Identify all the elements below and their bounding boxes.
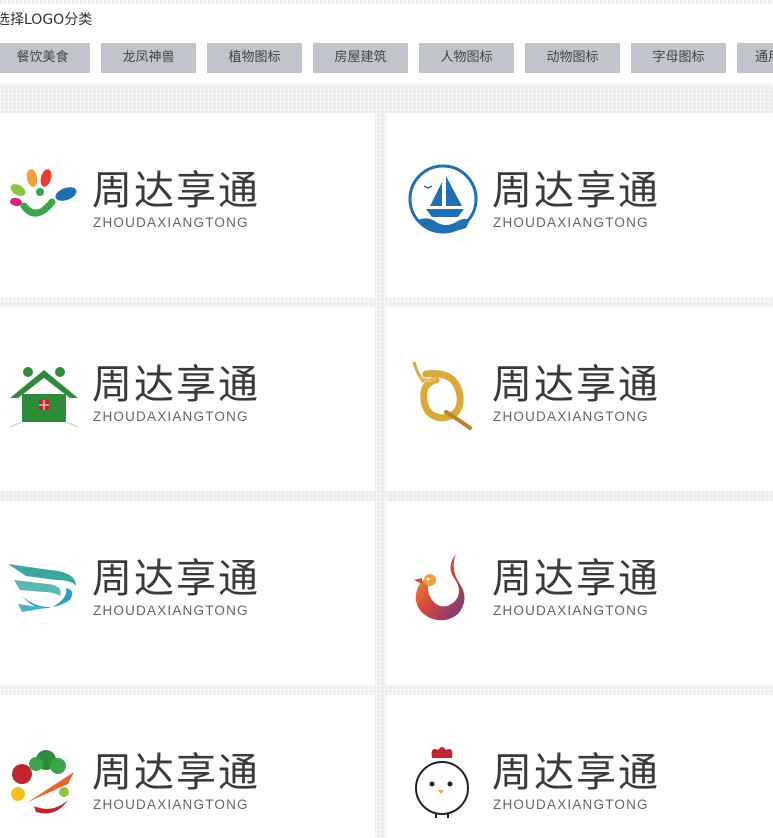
logo-card[interactable]: 周达享通 ZHOUDAXIANGTONG [0,695,375,838]
brand-name-cn: 周达享通 [92,168,260,214]
tab-food[interactable]: 餐饮美食 [0,43,90,73]
logo-card[interactable]: 周达享通 ZHOUDAXIANGTONG [386,113,773,297]
colorful-leaves-person-icon [10,169,77,217]
golden-q-swirl-icon [412,361,472,430]
chicken-icon [415,747,469,818]
brand-name-cn: 周达享通 [92,556,260,602]
tab-plant[interactable]: 植物图标 [207,43,302,73]
logo-card[interactable]: 周达享通 ZHOUDAXIANGTONG [0,307,375,491]
sailboat-circle-icon [408,164,478,234]
vegetables-icon [11,750,74,814]
tab-building[interactable]: 房屋建筑 [313,43,408,73]
bird-wing-swoosh-icon [8,564,76,612]
brand-name-en: ZHOUDAXIANGTONG [493,409,649,424]
brand-name-cn: 周达享通 [492,168,660,214]
tab-letter[interactable]: 字母图标 [631,43,726,73]
brand-name-cn: 周达享通 [492,556,660,602]
logo-card[interactable]: 周达享通 ZHOUDAXIANGTONG [0,501,375,685]
tab-dragon-phoenix[interactable]: 龙凤神兽 [101,43,196,73]
house-people-icon [8,367,80,428]
logo-card[interactable]: 周达享通 ZHOUDAXIANGTONG [386,695,773,838]
logo-card[interactable]: 周达享通 ZHOUDAXIANGTONG [0,113,375,297]
brand-name-en: ZHOUDAXIANGTONG [493,797,649,812]
brand-name-en: ZHOUDAXIANGTONG [493,215,649,230]
brand-name-cn: 周达享通 [92,750,260,796]
brand-name-en: ZHOUDAXIANGTONG [493,603,649,618]
tab-people[interactable]: 人物图标 [419,43,514,73]
brand-name-en: ZHOUDAXIANGTONG [93,797,249,812]
brand-name-cn: 周达享通 [492,362,660,408]
brand-name-en: ZHOUDAXIANGTONG [93,603,249,618]
brand-name-cn: 周达享通 [92,362,260,408]
page-title: 选择LOGO分类 [0,12,93,28]
top-divider [0,0,773,4]
brand-name-en: ZHOUDAXIANGTONG [93,409,249,424]
logo-card[interactable]: 周达享通 ZHOUDAXIANGTONG [386,501,773,685]
logo-card[interactable]: 周达享通 ZHOUDAXIANGTONG [386,307,773,491]
brand-name-en: ZHOUDAXIANGTONG [93,215,249,230]
phoenix-icon [414,554,465,621]
category-tabs: 餐饮美食 龙凤神兽 植物图标 房屋建筑 人物图标 动物图标 字母图标 通用 [0,43,773,73]
brand-name-cn: 周达享通 [492,750,660,796]
tab-general[interactable]: 通用 [737,43,773,73]
tab-animal[interactable]: 动物图标 [525,43,620,73]
